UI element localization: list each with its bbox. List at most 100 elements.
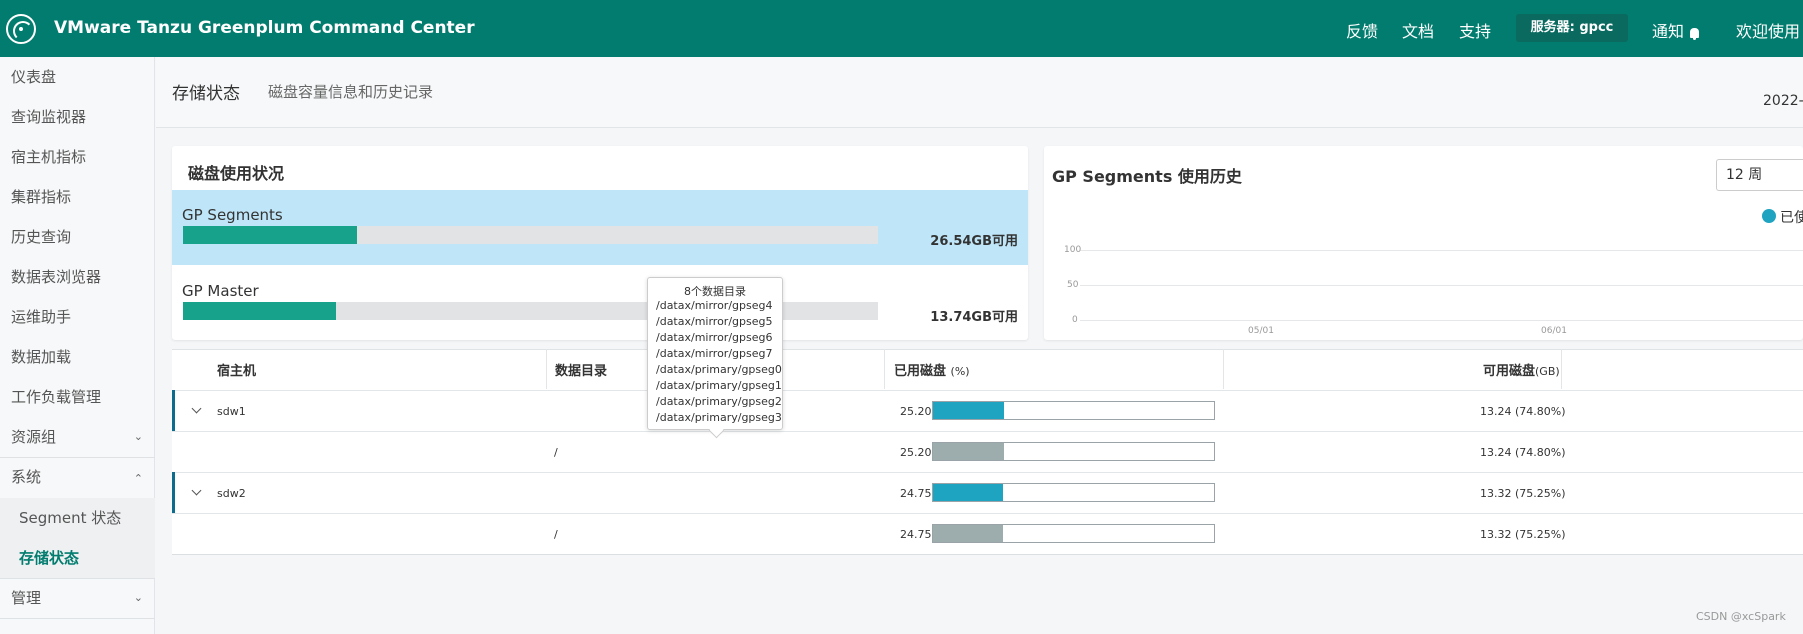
column-header-available-disk[interactable]: 可用磁盘(GB) [1483,360,1560,379]
nav-docs-link[interactable]: 文档 [1402,18,1434,42]
table-row-divider [172,472,1803,473]
nav-feedback-link[interactable]: 反馈 [1346,18,1378,42]
row-accent [172,472,175,513]
chart-gridline [1080,320,1803,321]
cell-data-dir: / [554,528,558,541]
sidebar-item-dashboard[interactable]: 仪表盘 [0,57,155,97]
chevron-up-icon: ⌃ [133,472,143,485]
sidebar-item-cluster-metrics[interactable]: 集群指标 [0,177,155,217]
tooltip-item: /datax/mirror/gpseg6 [656,331,773,344]
server-badge[interactable]: 服务器: gpcc [1516,14,1628,42]
used-disk-bar [932,442,1215,461]
disk-row-master[interactable]: GP Master 13.74GB可用 [172,266,1028,341]
welcome-menu[interactable]: 欢迎使用 [1736,18,1800,42]
bell-icon [1690,28,1700,40]
data-dir-tooltip: 8个数据目录 /datax/mirror/gpseg4 /datax/mirro… [647,277,783,430]
tooltip-item: /datax/primary/gpseg0 [656,363,782,376]
sidebar-item-segment-status[interactable]: Segment 状态 [0,498,155,538]
column-header-host[interactable]: 宿主机 [217,360,256,379]
cell-available: 13.24 (74.80%) [1480,446,1566,459]
tooltip-item: /datax/mirror/gpseg5 [656,315,773,328]
disk-row-label: GP Master [182,282,259,300]
sidebar-item-storage-status[interactable]: 存储状态 [0,538,155,578]
legend-label[interactable]: 已使 [1780,207,1803,227]
disk-usage-bar-fill [183,302,336,320]
used-disk-bar [932,524,1215,543]
cell-used-pct: 24.75 [900,487,932,500]
cell-used-pct: 25.20 [900,405,932,418]
tooltip-item: /datax/primary/gpseg2 [656,395,782,408]
column-separator [1561,349,1562,389]
chart-gridline [1080,285,1803,286]
table-row-divider [172,513,1803,514]
column-header-data-dir[interactable]: 数据目录 [555,360,607,379]
column-separator [546,349,547,389]
used-disk-bar [932,401,1215,420]
disk-row-segments[interactable]: GP Segments 26.54GB可用 [172,190,1028,265]
cell-host[interactable]: sdw2 [217,487,246,500]
range-select[interactable]: 12 周 [1716,159,1803,191]
chevron-down-icon: ⌄ [133,430,143,443]
greenplum-logo-icon[interactable] [6,14,36,44]
y-tick-label: 100 [1064,245,1082,255]
column-header-unit: (%) [950,365,970,378]
chart-gridline [1080,250,1803,251]
usage-history-title: GP Segments 使用历史 [1052,167,1242,186]
table-header-divider [172,390,1803,391]
sidebar-item-query-history[interactable]: 历史查询 [0,217,155,257]
x-tick-label: 06/01 [1541,326,1567,336]
top-header: VMware Tanzu Greenplum Command Center 反馈… [0,0,1803,57]
disk-row-label: GP Segments [182,206,283,224]
disk-available-text: 13.74GB可用 [930,310,1018,325]
column-header-unit: (GB) [1535,365,1560,378]
notifications-link[interactable]: 通知 [1652,18,1700,42]
column-header-label: 可用磁盘 [1483,364,1536,379]
disk-usage-bar-fill [183,226,357,244]
used-disk-bar-fill [933,525,1003,542]
sidebar-item-system[interactable]: 系统 ⌃ [0,457,155,497]
legend-swatch [1762,209,1776,223]
tooltip-item: /datax/mirror/gpseg4 [656,299,773,312]
date-range-display[interactable]: 2022-0 [1763,93,1803,109]
sidebar: 仪表盘 查询监视器 宿主机指标 集群指标 历史查询 数据表浏览器 运维助手 数据… [0,57,155,634]
sidebar-item-workload-mgmt[interactable]: 工作负载管理 [0,377,155,417]
y-tick-label: 0 [1072,315,1078,325]
cell-available: 13.24 (74.80%) [1480,405,1566,418]
notifications-label: 通知 [1652,22,1685,41]
sidebar-item-ops-assistant[interactable]: 运维助手 [0,297,155,337]
page-title: 存储状态 [172,84,240,104]
sidebar-divider [0,618,155,619]
sidebar-item-admin[interactable]: 管理 ⌄ [0,578,155,618]
cell-used-pct: 25.20 [900,446,932,459]
tooltip-item: /datax/primary/gpseg3 [656,411,782,424]
used-disk-bar [932,483,1215,502]
disk-usage-bar [183,226,878,244]
used-disk-bar-fill [933,443,1004,460]
sidebar-item-resource-groups[interactable]: 资源组 ⌄ [0,417,155,457]
tooltip-item: /datax/primary/gpseg1 [656,379,782,392]
cell-host[interactable]: sdw1 [217,405,246,418]
column-header-used-disk[interactable]: 已用磁盘 (%) [894,360,970,379]
sidebar-item-label: 系统 [11,468,42,486]
watermark: CSDN @xcSpark [1696,610,1786,623]
row-accent [172,390,175,431]
tooltip-title: 8个数据目录 [684,285,746,298]
cell-data-dir: / [554,446,558,459]
sidebar-item-label: 资源组 [11,428,57,446]
column-separator [1223,349,1224,389]
page-subtitle: 磁盘容量信息和历史记录 [268,83,434,101]
nav-support-link[interactable]: 支持 [1459,18,1491,42]
app-title[interactable]: VMware Tanzu Greenplum Command Center [54,18,475,38]
sidebar-item-host-metrics[interactable]: 宿主机指标 [0,137,155,177]
y-tick-label: 50 [1067,280,1079,290]
sidebar-item-data-loading[interactable]: 数据加载 [0,337,155,377]
cell-available: 13.32 (75.25%) [1480,487,1566,500]
disk-usage-title: 磁盘使用状况 [188,164,285,183]
table-row-divider [172,431,1803,432]
tooltip-item: /datax/mirror/gpseg7 [656,347,773,360]
disk-available-text: 26.54GB可用 [930,234,1018,249]
column-separator [884,349,885,389]
used-disk-bar-fill [933,402,1004,419]
sidebar-item-query-monitor[interactable]: 查询监视器 [0,97,155,137]
sidebar-item-table-browser[interactable]: 数据表浏览器 [0,257,155,297]
